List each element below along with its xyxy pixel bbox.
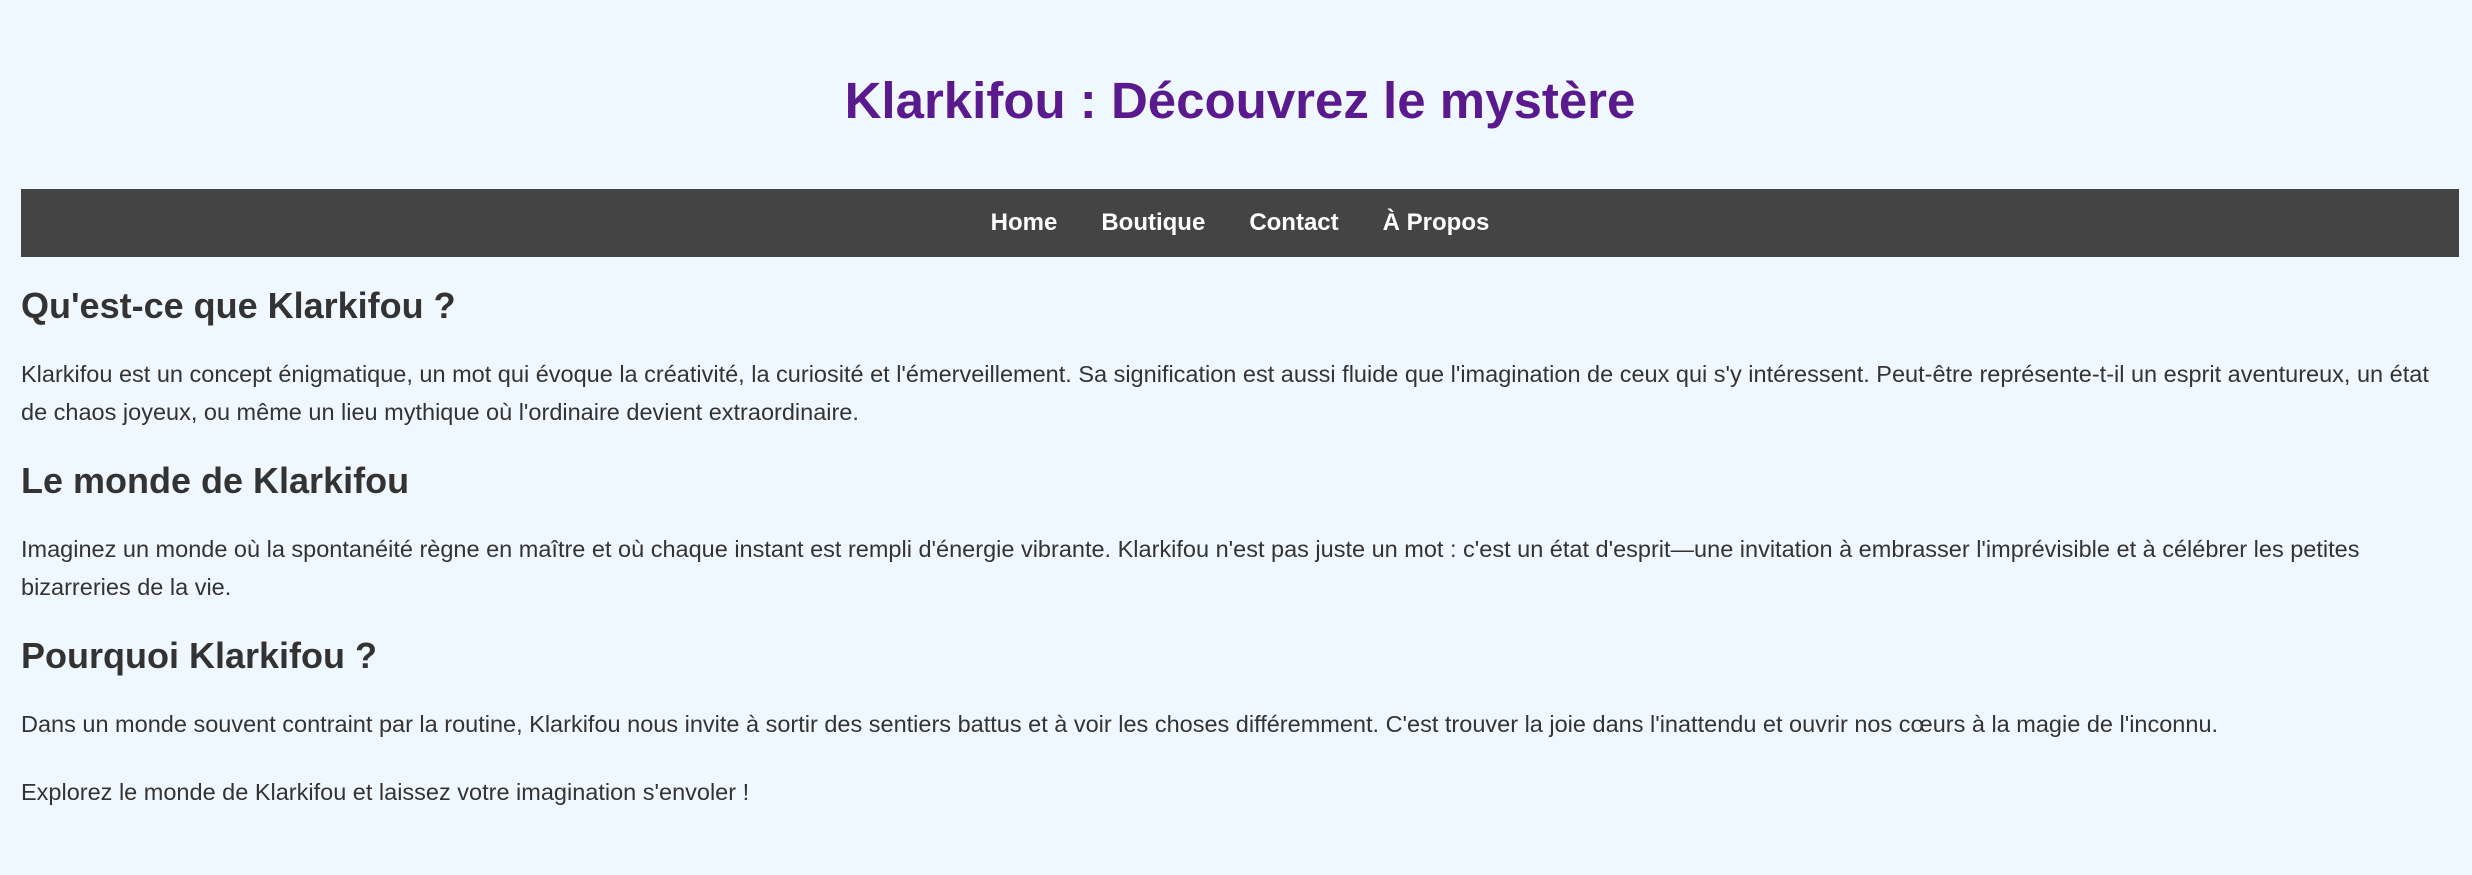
section-world: Le monde de Klarkifou Imaginez un monde …	[21, 456, 2459, 606]
section-why: Pourquoi Klarkifou ? Dans un monde souve…	[21, 631, 2459, 743]
section-paragraph: Dans un monde souvent contraint par la r…	[21, 711, 2219, 737]
main-content: Qu'est-ce que Klarkifou ? Klarkifou est …	[21, 257, 2459, 811]
page: Klarkifou : Découvrez le mystère Home Bo…	[21, 0, 2459, 811]
page-title: Klarkifou : Découvrez le mystère	[844, 72, 1636, 129]
main-nav: Home Boutique Contact À Propos	[21, 189, 2459, 257]
section-what-is: Qu'est-ce que Klarkifou ? Klarkifou est …	[21, 281, 2459, 431]
closing-paragraph: Explorez le monde de Klarkifou et laisse…	[21, 779, 750, 805]
nav-link-a-propos[interactable]: À Propos	[1361, 189, 1512, 257]
section-paragraph: Imaginez un monde où la spontanéité règn…	[21, 536, 2360, 600]
nav-link-boutique[interactable]: Boutique	[1079, 189, 1227, 257]
section-paragraph: Klarkifou est un concept énigmatique, un…	[21, 361, 2429, 425]
section-heading: Qu'est-ce que Klarkifou ?	[21, 285, 456, 326]
section-heading: Le monde de Klarkifou	[21, 460, 410, 501]
section-heading: Pourquoi Klarkifou ?	[21, 635, 377, 676]
site-header: Klarkifou : Découvrez le mystère	[21, 0, 2459, 189]
nav-link-home[interactable]: Home	[969, 189, 1080, 257]
nav-link-contact[interactable]: Contact	[1227, 189, 1360, 257]
